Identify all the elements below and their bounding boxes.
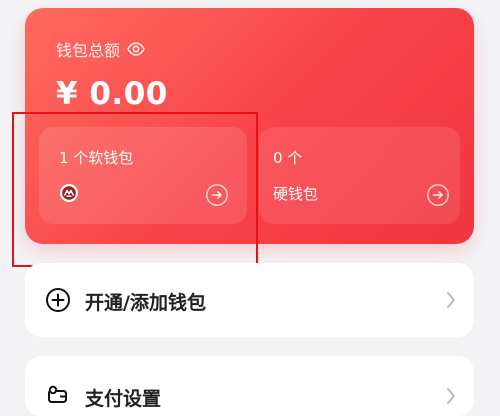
payment-settings-label: 支付设置 [85,388,162,410]
chevron-right-icon [444,289,458,311]
soft-wallet-count: 1 个软钱包 [59,149,134,167]
wallet-balance: ¥ 0.00 [56,76,168,112]
open-add-wallet-label: 开通/添加钱包 [85,292,206,314]
wallet-summary-card: 钱包总额 ¥ 0.00 1 个软钱包 0 个 硬钱包 [25,8,474,244]
bank-logo-icon [59,183,79,203]
eye-icon[interactable] [126,39,146,59]
wallet-total-label: 钱包总额 [56,41,121,60]
soft-wallet-arrow-button[interactable] [205,183,229,207]
open-add-wallet-row[interactable]: 开通/添加钱包 [25,263,474,337]
chevron-right-icon [444,385,458,407]
soft-wallet-card[interactable]: 1 个软钱包 [39,127,247,224]
hard-wallet-arrow-button[interactable] [426,183,450,207]
payment-settings-row[interactable]: 支付设置 [25,356,474,416]
wallet-total-row: 钱包总额 [56,38,146,60]
hard-wallet-count: 0 个 [273,149,303,167]
plus-circle-icon [45,287,71,313]
hard-wallet-label: 硬钱包 [273,185,319,203]
payment-settings-icon [45,383,71,409]
hard-wallet-card[interactable]: 0 个 硬钱包 [259,127,460,224]
